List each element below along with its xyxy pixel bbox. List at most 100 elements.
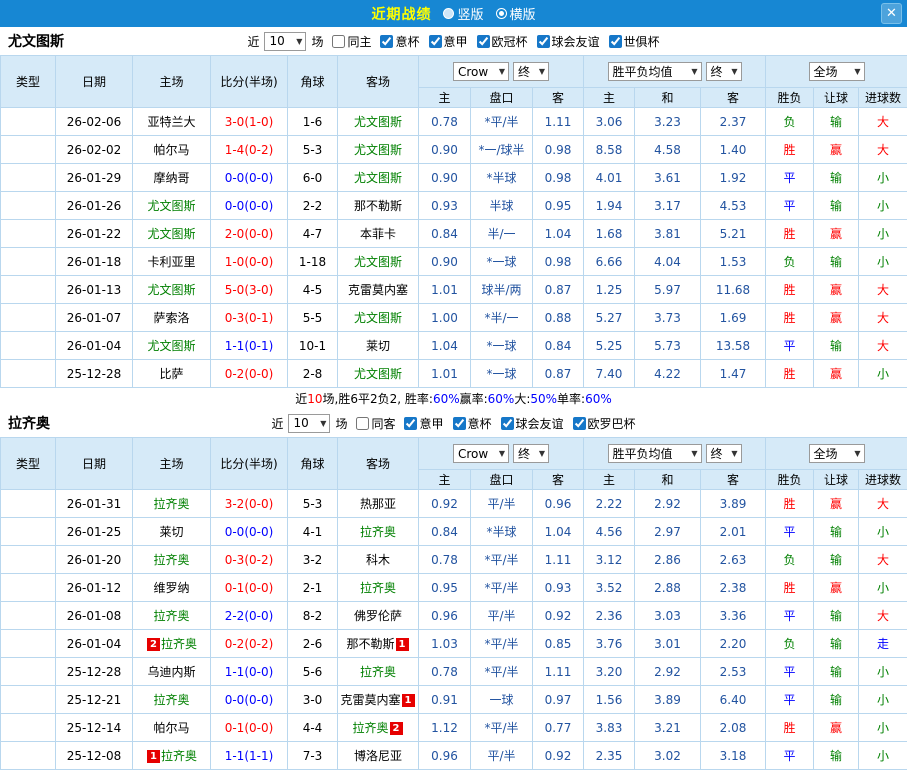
chevron-down-icon: ▼ (731, 67, 737, 76)
match-row: 意甲25-12-28比萨0-2(0-0)2-8尤文图斯1.01*一球0.877.… (1, 360, 907, 388)
match-scope-dropdown[interactable]: 全场▼ (809, 444, 865, 463)
result-cell: 负 (766, 108, 814, 136)
match-row: 意甲26-01-20拉齐奥0-3(0-2)3-2科木0.78*平/半1.113.… (1, 546, 907, 574)
filter-checkbox-item[interactable]: 意杯 (380, 33, 419, 50)
team-section: 拉齐奥 近 10▼ 场 同客意甲意杯球会友谊欧罗巴杯 类型 日期 主场 比分(半… (0, 409, 907, 770)
league-badge: 意甲 (1, 686, 56, 714)
result-cell: 输 (814, 658, 859, 686)
filter-checkbox-item[interactable]: 球会友谊 (537, 33, 600, 50)
average-odds-cell: 3.01 (635, 630, 701, 658)
layout-radio-1[interactable]: 横版 (496, 4, 536, 23)
filter-checkbox[interactable] (537, 35, 550, 48)
filter-checkbox[interactable] (380, 35, 393, 48)
result-cell: 小 (859, 714, 907, 742)
league-badge: 意甲 (1, 304, 56, 332)
team-label: 莱切 (366, 339, 390, 353)
average-odds-cell: 1.47 (701, 360, 766, 388)
filter-checkbox-item[interactable]: 世俱杯 (609, 33, 660, 50)
filter-checkbox[interactable] (429, 35, 442, 48)
result-cell: 输 (814, 108, 859, 136)
wdl-average-dropdown[interactable]: 胜平负均值▼ (608, 62, 702, 81)
team-section-header: 尤文图斯 近 10▼ 场 同主意杯意甲欧冠杯球会友谊世俱杯 (0, 27, 907, 55)
filter-checkbox-item[interactable]: 欧冠杯 (477, 33, 528, 50)
average-odds-cell: 5.27 (584, 304, 635, 332)
handicap-odds-cell: 0.90 (419, 248, 471, 276)
col-header-away: 客场 (338, 438, 419, 490)
average-odds-cell: 2.92 (635, 658, 701, 686)
handicap-odds-cell: 0.85 (533, 630, 584, 658)
filter-checkbox[interactable] (453, 417, 466, 430)
result-cell: 胜 (766, 490, 814, 518)
subcol-home-odds: 主 (419, 470, 471, 490)
filter-checkbox-item[interactable]: 欧罗巴杯 (573, 415, 636, 432)
filter-checkbox-item[interactable]: 同主 (332, 33, 371, 50)
filter-checkbox-item[interactable]: 意甲 (404, 415, 443, 432)
filter-checkbox-item[interactable]: 意甲 (429, 33, 468, 50)
result-cell: 负 (766, 248, 814, 276)
average-odds-cell: 6.40 (701, 686, 766, 714)
odds-source-dropdown[interactable]: Crow▼ (453, 62, 509, 81)
odds-final-dropdown[interactable]: 终▼ (513, 62, 549, 81)
filter-checkbox[interactable] (404, 417, 417, 430)
team-cell: 1拉齐奥 (133, 742, 211, 770)
team-cell: 乌迪内斯 (133, 658, 211, 686)
filter-checkbox-item[interactable]: 意杯 (453, 415, 492, 432)
close-button[interactable]: ✕ (881, 3, 902, 24)
score-cell: 0-0(0-0) (211, 686, 288, 714)
result-cell: 平 (766, 192, 814, 220)
team-label: 拉齐奥 (153, 693, 189, 707)
corners-cell: 4-5 (288, 276, 338, 304)
average-final-dropdown[interactable]: 终▼ (706, 62, 742, 81)
average-final-dropdown[interactable]: 终▼ (706, 444, 742, 463)
match-date: 25-12-08 (56, 742, 133, 770)
league-badge: 意甲 (1, 518, 56, 546)
col-header-corners: 角球 (288, 56, 338, 108)
filter-checkbox[interactable] (609, 35, 622, 48)
team-cell: 拉齐奥2 (338, 714, 419, 742)
corners-cell: 2-8 (288, 360, 338, 388)
league-badge: 意甲 (1, 574, 56, 602)
filter-checkbox[interactable] (356, 417, 369, 430)
wdl-average-dropdown[interactable]: 胜平负均值▼ (608, 444, 702, 463)
team-label: 佛罗伦萨 (354, 609, 402, 623)
match-scope-dropdown[interactable]: 全场▼ (809, 62, 865, 81)
result-cell: 平 (766, 164, 814, 192)
league-badge: 意甲 (1, 360, 56, 388)
result-cell: 小 (859, 248, 907, 276)
chevron-down-icon: ▼ (296, 37, 302, 46)
result-cell: 走 (859, 630, 907, 658)
league-badge: 意甲 (1, 490, 56, 518)
filter-checkbox[interactable] (573, 417, 586, 430)
team-label: 科木 (366, 553, 390, 567)
result-cell: 赢 (814, 220, 859, 248)
score-cell: 0-1(0-0) (211, 714, 288, 742)
odds-final-dropdown[interactable]: 终▼ (513, 444, 549, 463)
chevron-down-icon: ▼ (691, 449, 697, 458)
filter-checkbox-item[interactable]: 球会友谊 (501, 415, 564, 432)
average-odds-cell: 3.03 (635, 602, 701, 630)
filter-checkbox[interactable] (332, 35, 345, 48)
layout-radio-0[interactable]: 竖版 (443, 4, 483, 23)
filter-checkboxes: 同主意杯意甲欧冠杯球会友谊世俱杯 (332, 33, 659, 50)
match-count-dropdown[interactable]: 10▼ (264, 32, 306, 51)
average-odds-cell: 1.56 (584, 686, 635, 714)
near-label: 近 (271, 415, 283, 432)
team-cell: 佛罗伦萨 (338, 602, 419, 630)
filter-checkbox[interactable] (501, 417, 514, 430)
match-count-dropdown[interactable]: 10▼ (288, 414, 330, 433)
title-bar: 近期战绩 竖版横版 ✕ (0, 0, 907, 27)
handicap-odds-cell: 0.84 (419, 518, 471, 546)
odds-source-dropdown[interactable]: Crow▼ (453, 444, 509, 463)
team-label: 拉齐奥 (153, 553, 189, 567)
league-badge: 意甲 (1, 136, 56, 164)
average-odds-cell: 3.76 (584, 630, 635, 658)
filter-checkbox-item[interactable]: 同客 (356, 415, 395, 432)
score-cell: 0-0(0-0) (211, 164, 288, 192)
team-cell: 尤文图斯 (338, 164, 419, 192)
league-badge: 意杯 (1, 108, 56, 136)
handicap-odds-cell: 0.96 (419, 742, 471, 770)
result-cell: 小 (859, 574, 907, 602)
average-odds-cell: 3.61 (635, 164, 701, 192)
filter-checkbox[interactable] (477, 35, 490, 48)
team-cell: 帕尔马 (133, 136, 211, 164)
